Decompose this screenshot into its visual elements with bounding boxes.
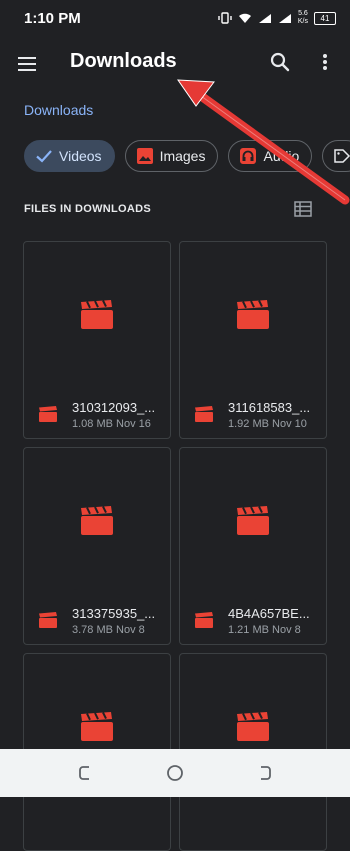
- chip-label: Images: [159, 148, 206, 164]
- check-icon: [36, 150, 52, 163]
- video-icon: [195, 612, 213, 628]
- chip-label: Audio: [263, 148, 300, 164]
- menu-icon[interactable]: [16, 52, 40, 76]
- file-name: 4B4A657BE...: [228, 606, 310, 621]
- headphones-icon: [240, 148, 257, 164]
- section-header: FILES IN DOWNLOADS: [24, 203, 152, 215]
- signal-icon-2: [278, 13, 291, 23]
- list-view-icon[interactable]: [294, 200, 312, 218]
- file-meta: 1.92 MB Nov 10: [228, 418, 307, 430]
- vibrate-icon: [218, 12, 232, 24]
- file-meta: 1.08 MB Nov 16: [72, 418, 151, 430]
- network-speed: 5.6 K/s: [297, 10, 308, 25]
- video-thumbnail-icon: [81, 506, 113, 535]
- more-options-icon[interactable]: [316, 50, 334, 74]
- battery-indicator: 41: [314, 11, 336, 25]
- wifi-icon: [238, 13, 251, 23]
- file-tile[interactable]: 313375935_... 3.78 MB Nov 8: [23, 447, 171, 645]
- file-name: 310312093_...: [72, 400, 156, 415]
- file-meta: 3.78 MB Nov 8: [72, 624, 145, 636]
- chip-images[interactable]: Images: [124, 140, 219, 172]
- video-thumbnail-icon: [237, 506, 269, 535]
- video-icon: [39, 406, 57, 422]
- search-icon[interactable]: [268, 50, 292, 74]
- video-icon: [39, 612, 57, 628]
- home-icon[interactable]: [165, 763, 185, 783]
- video-thumbnail-icon: [81, 300, 113, 329]
- file-tile[interactable]: 4B4A657BE... 1.21 MB Nov 8: [179, 447, 327, 645]
- status-time: 1:10 PM: [24, 10, 81, 27]
- chip-audio[interactable]: Audio: [228, 140, 313, 172]
- video-thumbnail-icon: [237, 300, 269, 329]
- file-name: 311618583_...: [228, 400, 311, 415]
- signal-icon: [258, 13, 271, 23]
- file-tile[interactable]: 310312093_... 1.08 MB Nov 16: [23, 241, 171, 439]
- chip-more[interactable]: [322, 140, 350, 172]
- navigation-bar: [0, 749, 350, 797]
- file-tile[interactable]: 311618583_... 1.92 MB Nov 10: [179, 241, 327, 439]
- label-tag-icon: [334, 149, 350, 163]
- status-bar: 1:10 PM 5.6 K/s 41: [0, 0, 350, 36]
- video-thumbnail-icon: [237, 712, 269, 741]
- back-icon[interactable]: [76, 763, 96, 783]
- file-meta: 1.21 MB Nov 8: [228, 624, 301, 636]
- breadcrumb[interactable]: Downloads: [24, 102, 93, 118]
- file-name: 313375935_...: [72, 606, 156, 621]
- chip-label: Videos: [59, 148, 102, 164]
- status-icons: 5.6 K/s 41: [218, 10, 336, 26]
- image-icon: [136, 148, 153, 164]
- video-thumbnail-icon: [81, 712, 113, 741]
- app-bar: Downloads: [0, 40, 350, 88]
- filter-chips: Videos Images Audio: [24, 140, 350, 172]
- page-title: Downloads: [70, 50, 177, 72]
- recents-icon[interactable]: [254, 763, 274, 783]
- chip-videos[interactable]: Videos: [24, 140, 115, 172]
- video-icon: [195, 406, 213, 422]
